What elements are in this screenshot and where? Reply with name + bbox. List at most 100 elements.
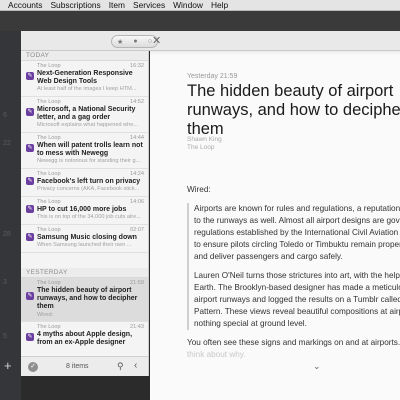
item-title: When will patent trolls learn not to mes… <box>37 142 143 158</box>
quote-line: to the runways as well. Almost all airpo… <box>194 216 400 225</box>
sidebar-number: 5 <box>3 333 7 340</box>
list-item[interactable]: ✎ The Loop 14:06 HP to cut 16,000 more jo… <box>21 197 148 225</box>
filter-segmented-control[interactable]: ★ ● ○ <box>111 35 158 48</box>
article-author: Shawn King <box>187 136 222 143</box>
headline-line: The hidden beauty of airport <box>187 82 394 100</box>
item-source: The Loop <box>37 63 61 69</box>
item-source: The Loop <box>37 171 61 177</box>
quote-paragraph: Lauren O'Neil turns those strictures int… <box>194 270 400 330</box>
item-time: 14:24 <box>130 171 144 177</box>
item-snippet: When Samsung launched their own ... <box>37 242 132 249</box>
item-title: HP to cut 16,000 more jobs <box>37 206 127 213</box>
quote-line: Earth. The Brooklyn-based designer has m… <box>194 283 400 292</box>
search-icon[interactable]: ⚲ <box>117 361 124 372</box>
item-snippet: This is on top of the 34,000 job cuts al… <box>37 214 141 221</box>
menu-help[interactable]: Help <box>211 0 228 10</box>
starred-filter-icon[interactable]: ★ <box>117 38 123 46</box>
quote-line: Pattern. These views reveal beautiful co… <box>194 307 400 316</box>
quote-line: and deliver passengers and cargo safely. <box>194 252 343 261</box>
list-item[interactable]: ✎ The Loop 21:43 4 myths about Apple desi… <box>21 322 148 356</box>
quote-line: nothing special at ground level. <box>194 319 307 328</box>
item-time: 14:52 <box>130 99 144 105</box>
list-item[interactable]: ✎ The Loop 14:52 Microsoft, a National Se… <box>21 97 148 133</box>
item-time: 21:43 <box>130 324 144 330</box>
menu-services[interactable]: Services <box>133 0 165 10</box>
quote-paragraph: Airports are known for rules and regulat… <box>194 203 400 263</box>
headline-line: runways, and how to decipher <box>187 101 400 119</box>
sidebar-number: 28 <box>3 231 11 238</box>
sidebar-number: 3 <box>3 279 7 286</box>
item-source: The Loop <box>37 199 61 205</box>
item-title: Facebook's left turn on privacy <box>37 178 141 185</box>
quote-line: to ensure pilots circling Toledo or Timb… <box>194 240 400 249</box>
unread-filter-icon[interactable]: ● <box>133 38 137 45</box>
article-pane: Yesterday 21:59 The hidden beauty of air… <box>150 51 400 400</box>
item-source: The Loop <box>37 135 61 141</box>
article-paragraph: You often see these signs and markings o… <box>187 338 400 347</box>
menu-bar: Accounts Subscriptions Item Services Win… <box>0 0 400 11</box>
item-time: 16:32 <box>130 63 144 69</box>
the-loop-feed-icon: ✎ <box>26 144 34 152</box>
chevron-down-icon[interactable]: ⌄ <box>313 361 321 372</box>
the-loop-feed-icon: ✎ <box>26 233 34 241</box>
desktop-background <box>0 11 400 31</box>
item-title: 4 myths about Apple design, from an ex-A… <box>37 331 133 347</box>
the-loop-feed-icon: ✎ <box>26 108 34 116</box>
sidebar-number: 22 <box>3 140 11 147</box>
item-source: The Loop <box>37 324 61 330</box>
item-time: 14:06 <box>130 199 144 205</box>
menu-window[interactable]: Window <box>173 0 203 10</box>
item-count: 8 items <box>66 363 89 370</box>
list-item[interactable]: ✎ The Loop 14:44 When will patent trolls … <box>21 133 148 169</box>
item-snippet: Newegg is notorious for standing their g… <box>37 158 141 165</box>
list-item[interactable]: ✎ The Loop 16:32 Next-Generation Responsi… <box>21 61 148 97</box>
menu-subscriptions[interactable]: Subscriptions <box>50 0 100 10</box>
item-snippet: At least half of the images I keep HTM..… <box>37 86 137 93</box>
item-source: The Loop <box>37 280 61 286</box>
window-titlebar: ★ ● ○ ✕ <box>21 31 400 51</box>
article-paragraph-faded: think about why. <box>187 350 246 359</box>
quote-line: Lauren O'Neil turns those strictures int… <box>194 271 400 280</box>
chevron-left-icon[interactable]: ‹ <box>134 360 137 371</box>
item-snippet: Privacy concerns (AKA, Facebook stick... <box>37 186 140 193</box>
section-header-yesterday: YESTERDAY <box>21 268 148 278</box>
quote-line: regulations established by the Internati… <box>194 228 400 237</box>
section-header-today: TODAY <box>21 51 148 61</box>
the-loop-feed-icon: ✎ <box>26 205 34 213</box>
sidebar-number: 6 <box>3 112 7 119</box>
sources-sidebar: 6 22 28 3 5 + <box>0 31 21 400</box>
item-title: Next-Generation Responsive Web Design To… <box>37 70 133 86</box>
the-loop-feed-icon: ✎ <box>26 292 34 300</box>
article-byline: Shawn King The Loop <box>187 136 222 152</box>
item-snippet: Microsoft explains what happened whe... <box>37 122 139 129</box>
item-time: 02:07 <box>130 227 144 233</box>
the-loop-feed-icon: ✎ <box>26 72 34 80</box>
item-source: The Loop <box>37 99 61 105</box>
item-title: Microsoft, a National Security letter, a… <box>37 106 136 122</box>
quote-line: airport runways and logged the results o… <box>194 295 400 304</box>
add-subscription-button[interactable]: + <box>4 359 12 372</box>
article-list: TODAY ✎ The Loop 16:32 Next-Generation Re… <box>21 51 149 356</box>
list-item[interactable]: ✎ The Loop 14:24 Facebook's left turn on … <box>21 169 148 197</box>
item-source: The Loop <box>37 227 61 233</box>
article-headline[interactable]: The hidden beauty of airport runways, an… <box>187 82 400 139</box>
quote-line: Airports are known for rules and regulat… <box>194 204 400 213</box>
article-body: Wired: Airports are known for rules and … <box>187 184 400 361</box>
item-time: 14:44 <box>130 135 144 141</box>
article-date: Yesterday 21:59 <box>187 73 238 80</box>
pane-shadow <box>150 51 400 55</box>
list-item-selected[interactable]: ✎ The Loop 21:59 The hidden beauty of air… <box>21 278 148 322</box>
list-item[interactable]: ✎ The Loop 02:07 Samsung Music closing do… <box>21 225 148 253</box>
menu-item[interactable]: Item <box>109 0 125 10</box>
item-title: The hidden beauty of airport runways, an… <box>37 287 138 311</box>
list-footer: ✓ 8 items ⚲ ‹ <box>21 356 149 376</box>
mark-all-read-icon[interactable]: ✓ <box>28 362 38 372</box>
the-loop-feed-icon: ✎ <box>26 333 34 341</box>
item-time: 21:59 <box>130 280 144 286</box>
the-loop-feed-icon: ✎ <box>26 177 34 185</box>
menu-accounts[interactable]: Accounts <box>8 0 42 10</box>
article-source: The Loop <box>187 144 215 151</box>
close-icon[interactable]: ✕ <box>152 34 161 48</box>
article-lead: Wired: <box>187 185 211 194</box>
item-snippet: Wired: <box>37 311 54 318</box>
